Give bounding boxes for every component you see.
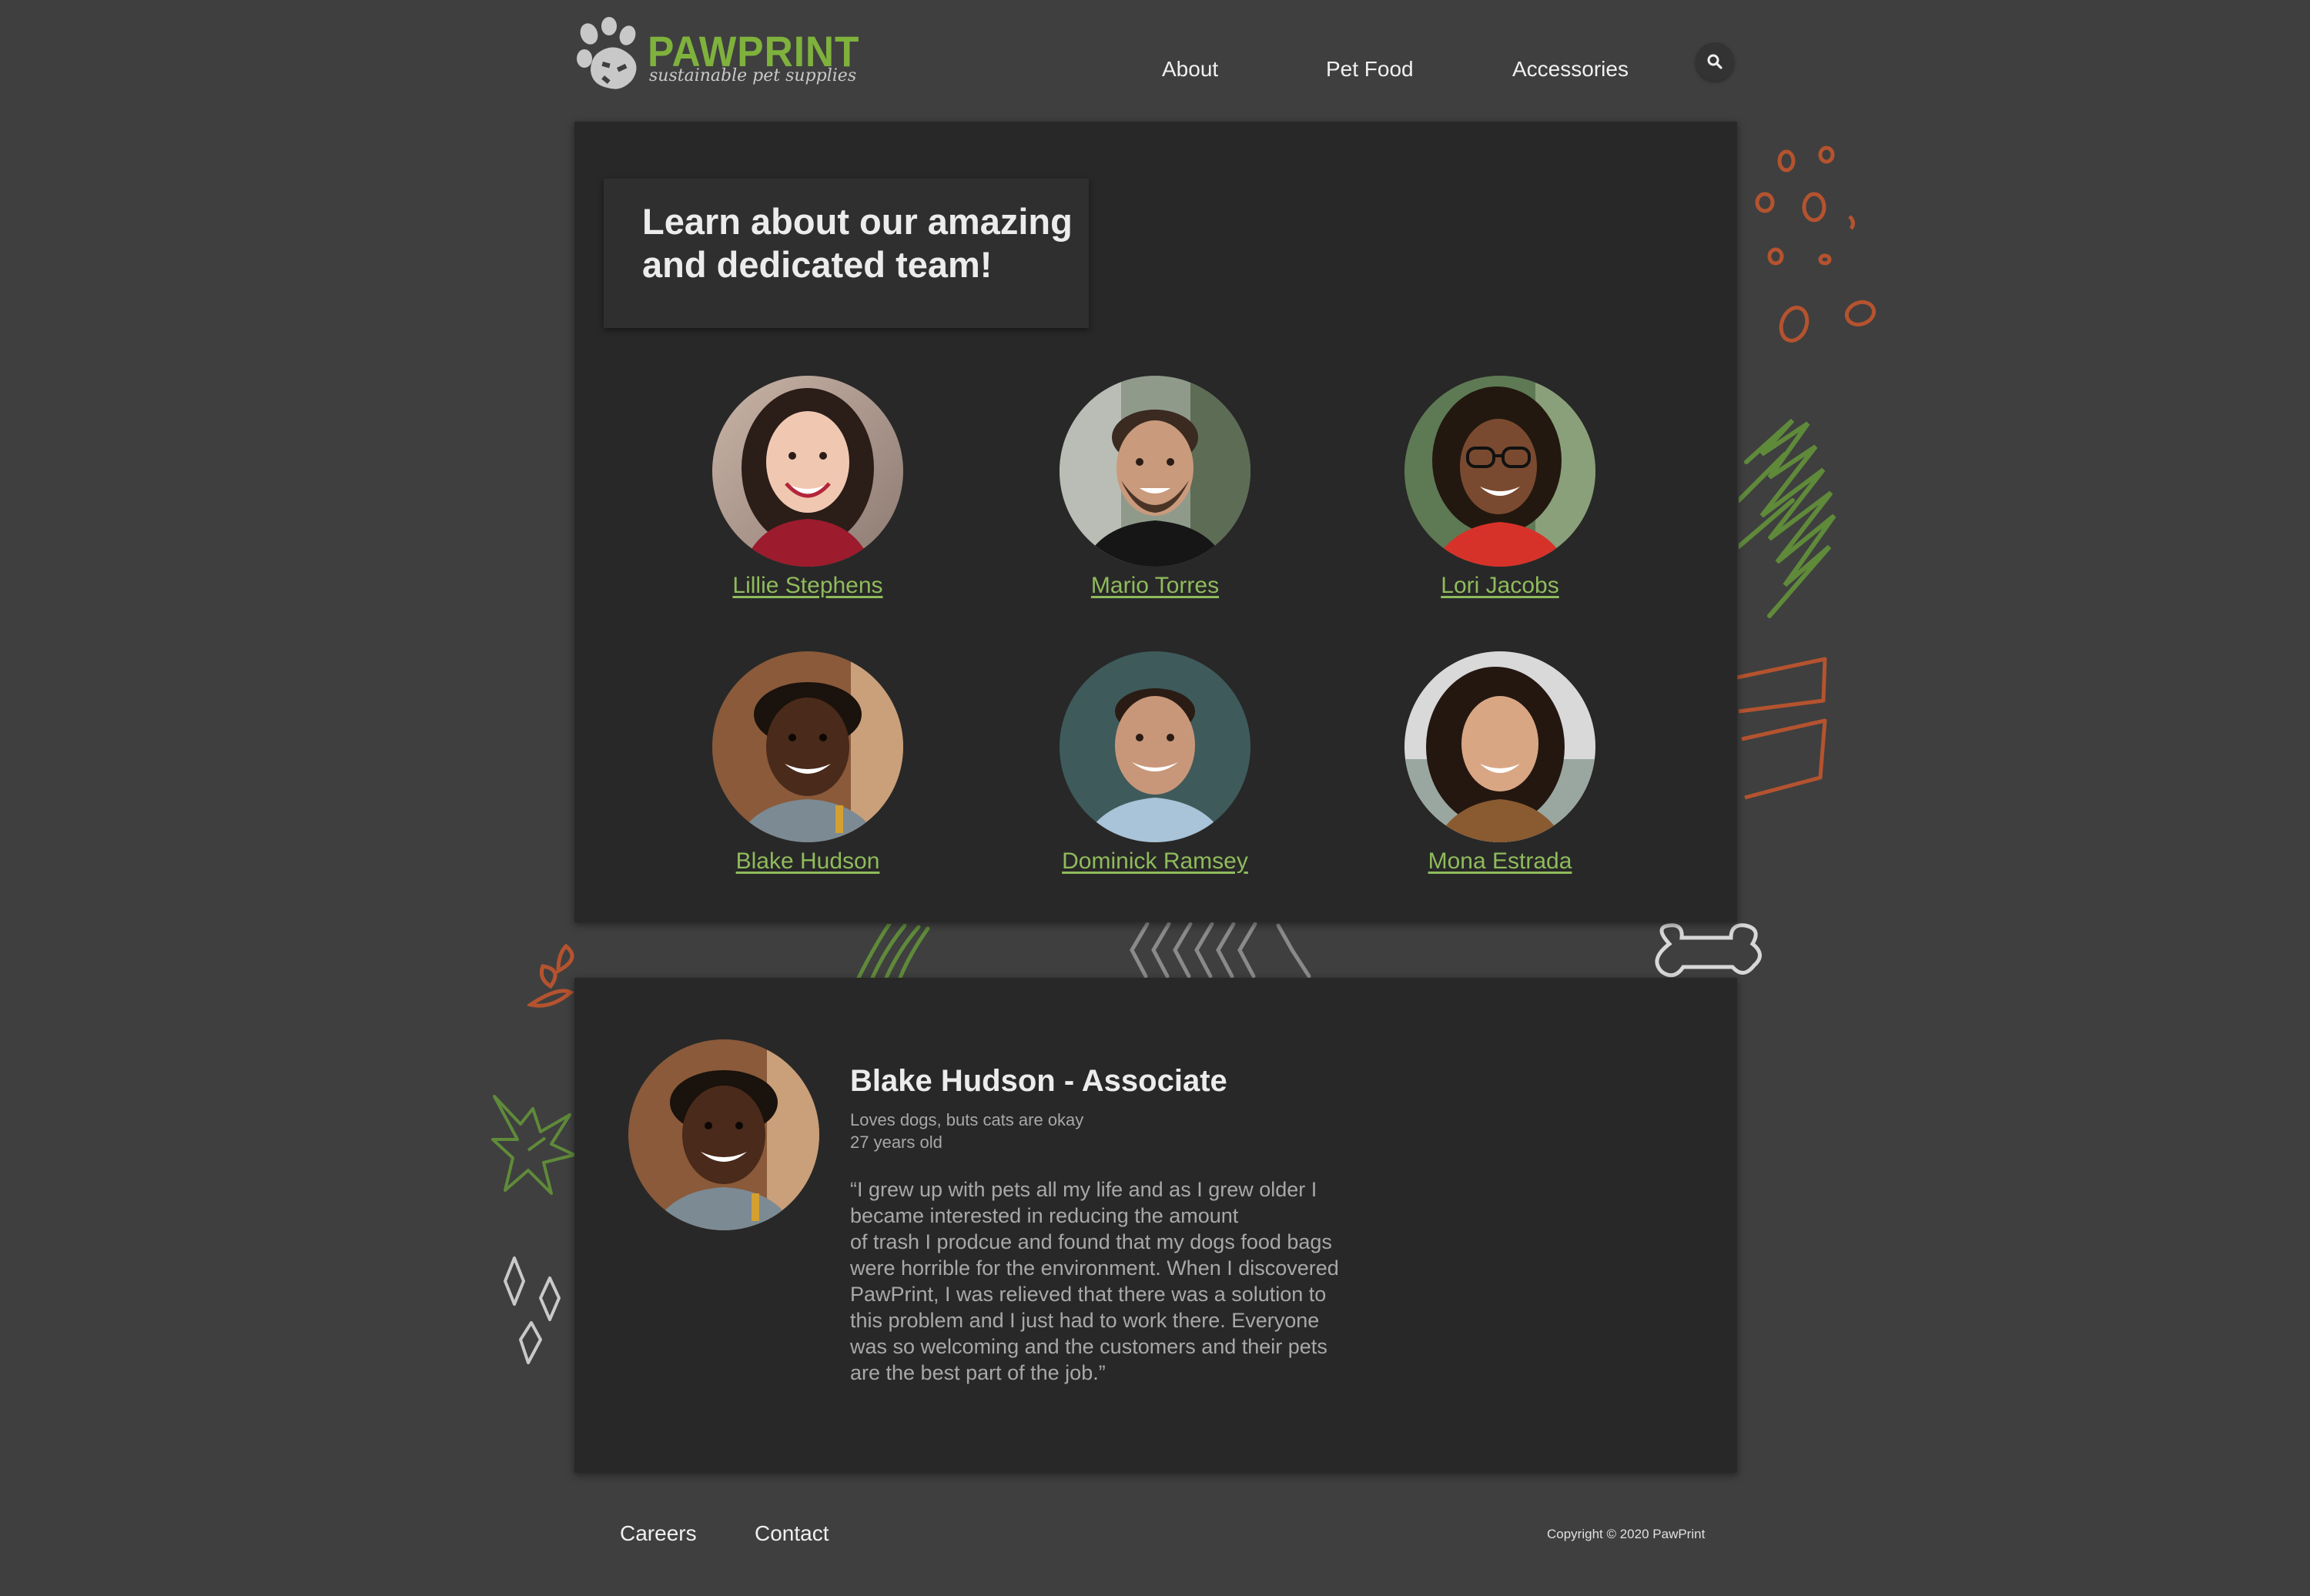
footer-contact-link[interactable]: Contact bbox=[755, 1521, 829, 1546]
green-flower-decoration bbox=[491, 1095, 576, 1195]
team-panel: Learn about our amazing and dedicated te… bbox=[574, 122, 1737, 922]
avatar-lillie-stephens[interactable] bbox=[712, 376, 903, 567]
avatar-lori-jacobs[interactable] bbox=[1404, 376, 1595, 567]
detail-avatar bbox=[628, 1039, 819, 1230]
team-member-card[interactable]: Blake Hudson bbox=[646, 651, 969, 875]
detail-tagline: Loves dogs, buts cats are okay bbox=[850, 1110, 1084, 1129]
nav-about[interactable]: About bbox=[1162, 57, 1218, 82]
member-detail-panel: Blake Hudson - Associate Loves dogs, but… bbox=[574, 978, 1737, 1473]
quote-line: this problem and I just had to work ther… bbox=[850, 1309, 1320, 1332]
team-member-card[interactable]: Lori Jacobs bbox=[1338, 376, 1662, 599]
grey-chevron-decoration bbox=[1130, 922, 1311, 978]
avatar-dominick-ramsey[interactable] bbox=[1060, 651, 1250, 842]
paw-logo-icon bbox=[577, 17, 637, 89]
detail-age: 27 years old bbox=[850, 1133, 942, 1152]
avatar-mario-torres[interactable] bbox=[1060, 376, 1250, 567]
quote-line: became interested in reducing the amount bbox=[850, 1204, 1239, 1227]
team-member-card[interactable]: Mario Torres bbox=[993, 376, 1317, 599]
green-grass-decoration bbox=[856, 924, 930, 978]
sparkle-decoration bbox=[504, 1256, 561, 1364]
member-name-link[interactable]: Blake Hudson bbox=[646, 848, 969, 875]
member-name-link[interactable]: Lillie Stephens bbox=[646, 573, 969, 599]
nav-pet-food[interactable]: Pet Food bbox=[1326, 57, 1414, 82]
orange-stripes-decoration bbox=[1736, 657, 1827, 800]
green-scribble-decoration bbox=[1739, 418, 1836, 618]
detail-info: Loves dogs, buts cats are okay 27 years … bbox=[850, 1109, 1083, 1153]
search-button[interactable] bbox=[1696, 42, 1734, 81]
member-name-link[interactable]: Mona Estrada bbox=[1338, 848, 1662, 875]
footer-careers-link[interactable]: Careers bbox=[620, 1521, 697, 1546]
team-member-card[interactable]: Mona Estrada bbox=[1338, 651, 1662, 875]
team-member-card[interactable]: Dominick Ramsey bbox=[993, 651, 1317, 875]
member-name-link[interactable]: Lori Jacobs bbox=[1338, 573, 1662, 599]
quote-line: PawPrint, I was relieved that there was … bbox=[850, 1283, 1327, 1306]
member-name-link[interactable]: Mario Torres bbox=[993, 573, 1317, 599]
paw-dots-decoration bbox=[1755, 146, 1876, 343]
avatar-mona-estrada[interactable] bbox=[1404, 651, 1595, 842]
search-icon bbox=[1707, 54, 1722, 69]
nav-accessories[interactable]: Accessories bbox=[1512, 57, 1629, 82]
detail-quote: “I grew up with pets all my life and as … bbox=[850, 1176, 1404, 1386]
quote-line: were horrible for the environment. When … bbox=[850, 1256, 1339, 1280]
quote-line: was so welcoming and the customers and t… bbox=[850, 1335, 1327, 1358]
quote-line: “I grew up with pets all my life and as … bbox=[850, 1178, 1317, 1201]
quote-line: of trash I prodcue and found that my dog… bbox=[850, 1230, 1332, 1253]
brand-tagline: sustainable pet supplies bbox=[649, 66, 857, 85]
logo[interactable]: PAWPRINT sustainable pet supplies bbox=[574, 17, 859, 102]
member-name-link[interactable]: Dominick Ramsey bbox=[993, 848, 1317, 875]
detail-title: Blake Hudson - Associate bbox=[850, 1064, 1227, 1098]
avatar-blake-hudson[interactable] bbox=[712, 651, 903, 842]
intro-box: Learn about our amazing and dedicated te… bbox=[604, 179, 1089, 328]
team-heading: Learn about our amazing and dedicated te… bbox=[642, 201, 1073, 285]
team-member-card[interactable]: Lillie Stephens bbox=[646, 376, 969, 599]
copyright-text: Copyright © 2020 PawPrint bbox=[1547, 1527, 1706, 1541]
quote-line: are the best part of the job.” bbox=[850, 1361, 1106, 1384]
bone-decoration bbox=[1655, 923, 1762, 978]
